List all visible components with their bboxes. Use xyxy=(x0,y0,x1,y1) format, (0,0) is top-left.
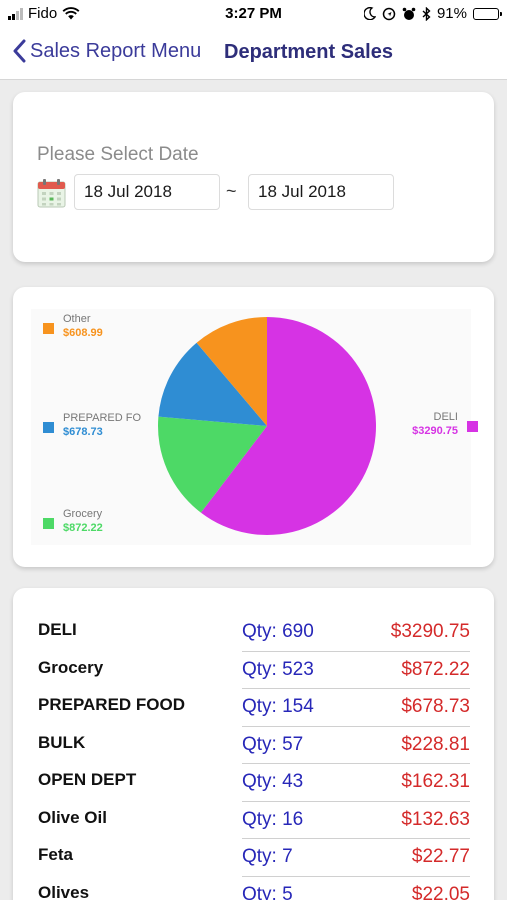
department-qty: Qty: 690 xyxy=(242,621,314,642)
department-name: DELI xyxy=(38,620,77,639)
department-pie-chart: DELI $3290.75 Grocery $872.22 PREPARED FO $67… xyxy=(31,309,478,545)
legend-value: $678.73 xyxy=(63,426,103,438)
department-name: Grocery xyxy=(38,657,104,677)
department-qty: Qty: 5 xyxy=(242,883,293,900)
department-amount: $162.31 xyxy=(401,771,470,792)
date-separator: ~ xyxy=(226,181,237,201)
table-row[interactable]: Olives Qty: 5 $22.05 xyxy=(38,877,470,900)
table-row[interactable]: BULK Qty: 57 $228.81 xyxy=(38,727,470,764)
location-lock-icon xyxy=(382,7,396,20)
status-right: 91% xyxy=(363,5,502,22)
calendar-icon[interactable] xyxy=(37,178,66,208)
department-qty: Qty: 7 xyxy=(242,846,293,867)
table-row[interactable]: Olive Oil Qty: 16 $132.63 xyxy=(38,802,470,839)
department-name: Olives xyxy=(38,882,90,900)
department-table-card: DELI Qty: 690 $3290.75 Grocery Qty: 523 $872.… xyxy=(13,588,494,900)
department-amount: $872.22 xyxy=(401,658,470,680)
battery-percent: 91% xyxy=(436,5,467,22)
department-name: BULK xyxy=(38,732,86,752)
date-from-field[interactable]: 18 Jul 2018 xyxy=(74,174,220,210)
legend-label: Other xyxy=(63,313,91,325)
legend-swatch xyxy=(43,518,54,529)
date-to-field[interactable]: 18 Jul 2018 xyxy=(248,174,394,210)
department-qty: Qty: 43 xyxy=(242,771,304,792)
moon-icon xyxy=(363,7,376,20)
department-name: PREPARED FOOD xyxy=(38,695,186,714)
department-amount: $132.63 xyxy=(401,808,470,830)
table-row[interactable]: PREPARED FOOD Qty: 154 $678.73 xyxy=(38,689,470,727)
legend-swatch xyxy=(43,323,54,334)
date-filter-label: Please Select Date xyxy=(37,144,199,165)
department-amount: $228.81 xyxy=(401,733,470,755)
department-name: Feta xyxy=(38,845,73,864)
department-qty: Qty: 16 xyxy=(242,808,304,830)
department-name: Olive Oil xyxy=(38,807,107,827)
table-row[interactable]: Grocery Qty: 523 $872.22 xyxy=(38,652,470,689)
legend-value: $872.22 xyxy=(63,522,103,534)
status-bar: Fido 3:27 PM 91% xyxy=(0,0,507,28)
back-button-label: Sales Report Menu xyxy=(30,39,202,62)
battery-icon xyxy=(473,7,502,20)
chart-card: DELI $3290.75 Grocery $872.22 PREPARED FO $67… xyxy=(13,287,494,567)
page-title: Department Sales xyxy=(224,41,393,63)
department-qty: Qty: 57 xyxy=(242,733,304,755)
department-qty: Qty: 523 xyxy=(242,658,314,680)
legend-label: PREPARED FO xyxy=(63,412,141,424)
table-row[interactable]: Feta Qty: 7 $22.77 xyxy=(38,839,470,877)
legend-label: DELI xyxy=(434,411,458,423)
legend-swatch xyxy=(43,422,54,433)
department-list: DELI Qty: 690 $3290.75 Grocery Qty: 523 $872.… xyxy=(38,614,470,900)
legend-value: $3290.75 xyxy=(412,425,458,437)
department-qty: Qty: 154 xyxy=(242,696,314,717)
department-name: OPEN DEPT xyxy=(38,770,137,789)
legend-swatch xyxy=(467,421,478,432)
chevron-left-icon xyxy=(13,39,26,63)
department-amount: $3290.75 xyxy=(390,621,470,642)
table-row[interactable]: DELI Qty: 690 $3290.75 xyxy=(38,614,470,652)
legend-value: $608.99 xyxy=(63,327,103,339)
nav-bar: Sales Report Menu Department Sales xyxy=(0,28,507,80)
department-amount: $22.77 xyxy=(411,846,470,867)
alarm-icon xyxy=(402,7,416,20)
bluetooth-icon xyxy=(422,6,431,21)
back-button[interactable]: Sales Report Menu xyxy=(12,39,201,63)
table-row[interactable]: OPEN DEPT Qty: 43 $162.31 xyxy=(38,764,470,802)
department-amount: $22.05 xyxy=(411,883,470,900)
date-filter-card: Please Select Date 18 Jul 2018 ~ 18 Jul … xyxy=(13,92,494,262)
department-amount: $678.73 xyxy=(401,696,470,717)
legend-label: Grocery xyxy=(63,508,103,520)
